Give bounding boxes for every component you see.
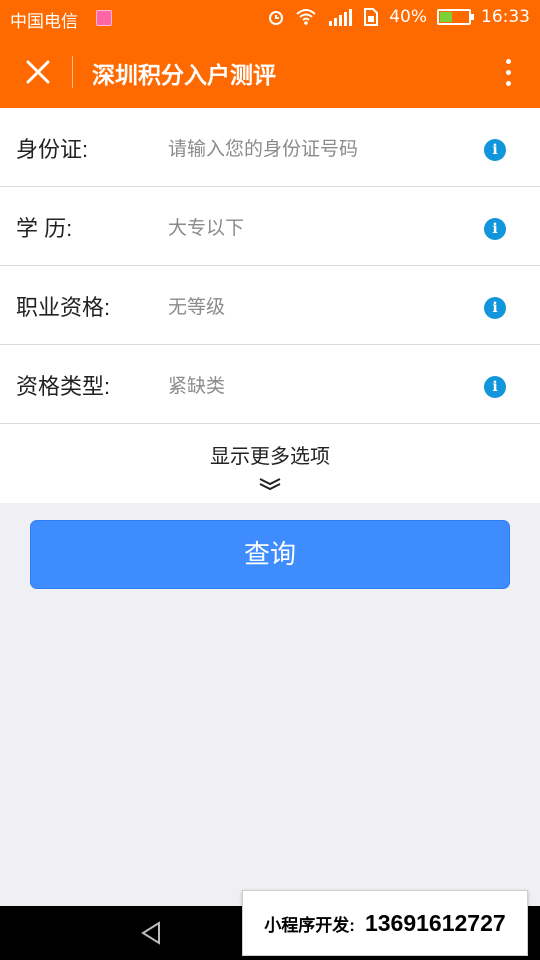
more-button[interactable]: [496, 54, 520, 90]
signal-icon: [329, 9, 353, 26]
qualification-label: 职业资格:: [16, 295, 111, 320]
status-indicators: 40% 16:33: [267, 7, 530, 27]
form-row-qualification-type[interactable]: 资格类型: 紧缺类 i: [0, 345, 540, 424]
info-icon[interactable]: i: [484, 376, 506, 398]
show-more-options[interactable]: 显示更多选项: [0, 424, 540, 503]
title-divider: [72, 56, 73, 88]
status-bar: 中国电信 40% 16:33: [0, 0, 540, 36]
more-vertical-icon: [505, 58, 511, 64]
evaluation-form: 身份证: 请输入您的身份证号码 i 学 历: 大专以下 i 职业资格: 无等级 …: [0, 108, 540, 503]
info-icon[interactable]: i: [484, 139, 506, 161]
title-bar: 深圳积分入户测评: [0, 36, 540, 108]
form-row-qualification[interactable]: 职业资格: 无等级 i: [0, 266, 540, 345]
page-title: 深圳积分入户测评: [92, 62, 276, 88]
back-icon[interactable]: [138, 920, 164, 946]
clock: 16:33: [481, 7, 530, 27]
id-card-input[interactable]: 请输入您的身份证号码: [168, 134, 358, 161]
alarm-icon: [269, 11, 284, 25]
qualification-type-label: 资格类型:: [16, 374, 111, 399]
promo-banner: 小程序开发: 13691612727: [242, 890, 528, 956]
carrier-name: 中国电信: [10, 12, 78, 32]
wifi-icon: [296, 9, 316, 25]
close-button[interactable]: [20, 54, 56, 90]
sim-icon: [364, 8, 379, 26]
info-icon[interactable]: i: [484, 297, 506, 319]
promo-phone: 13691612727: [364, 909, 506, 936]
qualification-type-select[interactable]: 紧缺类: [168, 371, 225, 398]
battery-percent: 40%: [389, 7, 427, 27]
show-more-options-label: 显示更多选项: [210, 446, 330, 468]
id-card-label: 身份证:: [16, 137, 89, 162]
promo-prefix: 小程序开发:: [264, 915, 355, 935]
battery-icon: [437, 9, 474, 25]
query-button[interactable]: 查询: [30, 520, 510, 589]
info-icon[interactable]: i: [484, 218, 506, 240]
double-chevron-down-icon: [259, 478, 281, 491]
form-row-education[interactable]: 学 历: 大专以下 i: [0, 187, 540, 266]
form-row-id-card[interactable]: 身份证: 请输入您的身份证号码 i: [0, 108, 540, 187]
qualification-select[interactable]: 无等级: [168, 292, 225, 319]
close-icon: [26, 60, 50, 84]
education-select[interactable]: 大专以下: [168, 213, 244, 240]
education-label: 学 历:: [16, 216, 73, 241]
app-notification-icon: [96, 10, 112, 26]
